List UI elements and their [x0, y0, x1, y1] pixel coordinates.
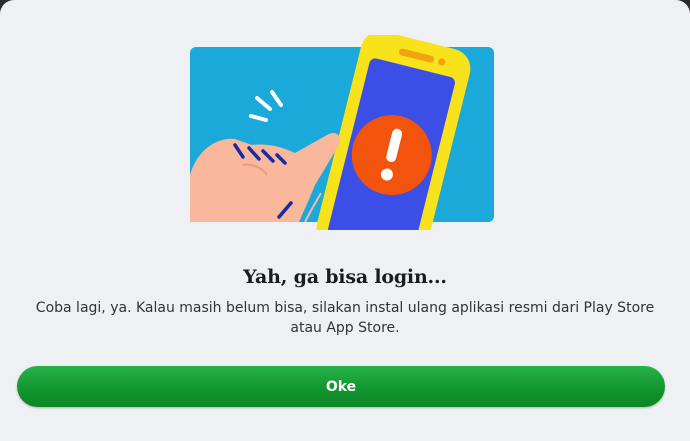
phone-error-illustration: [190, 35, 494, 230]
ok-button[interactable]: Oke: [17, 366, 665, 407]
login-error-dialog: Yah, ga bisa login... Coba lagi, ya. Kal…: [0, 0, 690, 441]
ok-button-label: Oke: [325, 378, 357, 395]
dialog-title: Yah, ga bisa login...: [243, 266, 447, 288]
dialog-message: Coba lagi, ya. Kalau masih belum bisa, s…: [35, 300, 655, 336]
